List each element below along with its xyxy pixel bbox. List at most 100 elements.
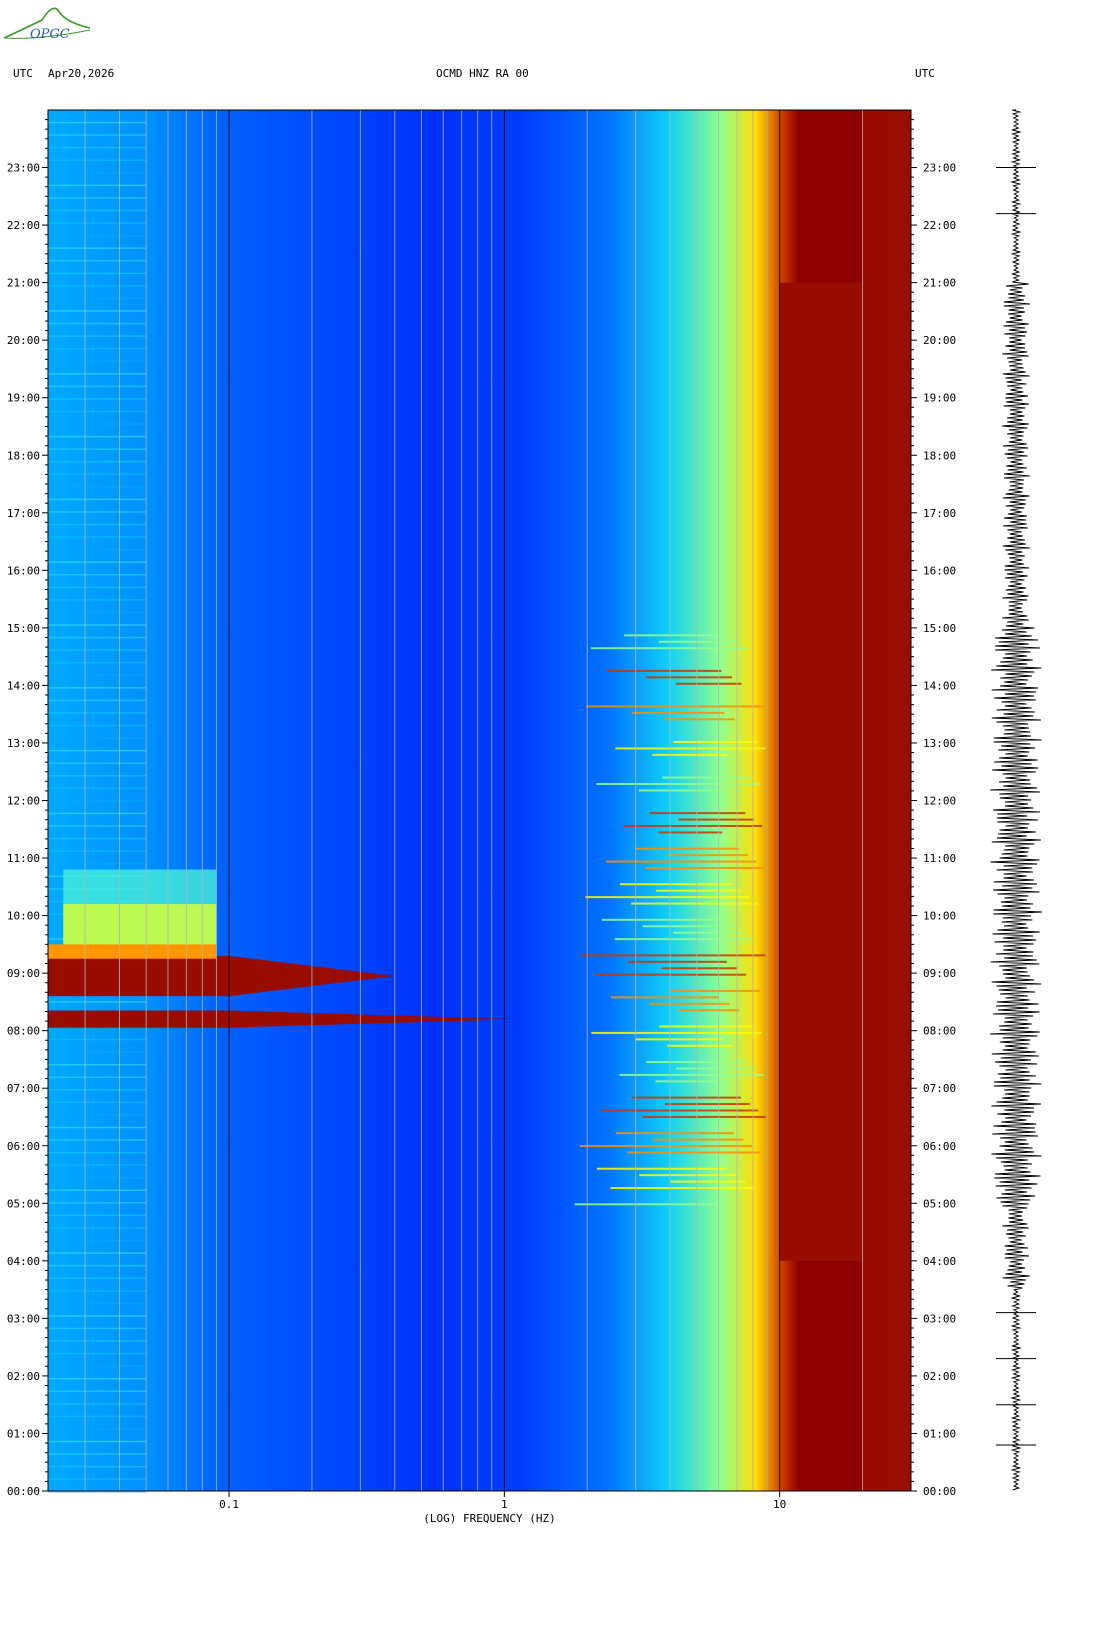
hf-streak [673, 931, 744, 934]
band-streak [48, 1139, 147, 1141]
band-streak [48, 1101, 147, 1104]
band-streak [48, 737, 147, 739]
hf-streak [579, 1145, 753, 1148]
hf-streak [631, 902, 759, 905]
hf-streak [642, 925, 735, 928]
y-tick-label: 11:00 [7, 852, 40, 865]
y-tick-label: 07:00 [7, 1082, 40, 1095]
y-tick-label: 10:00 [7, 910, 40, 923]
band-streak [48, 259, 147, 262]
band-streak [48, 850, 147, 852]
x-tick-label: 10 [773, 1498, 786, 1511]
y-tick-label: 15:00 [923, 622, 956, 635]
band-streak [48, 536, 147, 538]
band-streak [48, 661, 147, 664]
y-tick-label: 10:00 [923, 910, 956, 923]
hf-streak [632, 1096, 741, 1099]
hf-streak [655, 889, 742, 892]
band-streak [48, 1377, 147, 1380]
y-tick-label: 05:00 [923, 1197, 956, 1210]
hf-streak [580, 954, 766, 957]
hf-streak [631, 711, 725, 714]
band-streak [48, 1415, 147, 1418]
x-axis-label: (LOG) FREQUENCY (HZ) [423, 1512, 555, 1525]
band-streak [48, 1390, 147, 1393]
band-streak [48, 1352, 147, 1355]
hf-streak [662, 776, 752, 779]
hf-streak [670, 989, 760, 992]
hf-streak [596, 1167, 727, 1170]
band-streak [48, 1327, 147, 1330]
band-streak [48, 1453, 147, 1455]
band-streak [48, 360, 147, 362]
band-streak [48, 1089, 147, 1091]
hf-streak [605, 860, 757, 863]
hf-streak [595, 973, 747, 976]
hf-streak [619, 883, 732, 886]
band-streak [48, 775, 147, 777]
band-streak [48, 347, 147, 350]
y-tick-label: 20:00 [923, 334, 956, 347]
band-streak [48, 574, 147, 576]
hf-streak [619, 1073, 764, 1076]
y-tick-label: 19:00 [7, 392, 40, 405]
y-tick-label: 20:00 [7, 334, 40, 347]
band-streak [48, 410, 147, 413]
band-streak [48, 385, 147, 388]
band-streak [48, 310, 147, 312]
band-streak [48, 1001, 147, 1003]
y-tick-label: 08:00 [923, 1025, 956, 1038]
band-streak [48, 1315, 147, 1317]
band-streak [48, 548, 147, 551]
y-tick-label: 13:00 [923, 737, 956, 750]
hf-streak [675, 1067, 756, 1070]
seismogram-trace [990, 109, 1043, 1491]
hf-streak [655, 1080, 725, 1083]
band-streak [48, 1340, 147, 1342]
hf-streak [649, 1002, 730, 1005]
y-tick-label: 02:00 [7, 1370, 40, 1383]
band-streak [48, 862, 147, 865]
y-tick-label: 19:00 [923, 392, 956, 405]
hf-streak [601, 1109, 759, 1112]
y-tick-label: 22:00 [923, 219, 956, 232]
hf-streak [661, 967, 737, 970]
band-streak [48, 234, 147, 237]
band-streak [48, 1428, 147, 1430]
x-tick-label: 1 [501, 1498, 508, 1511]
band-streak [48, 800, 147, 802]
band-streak [48, 1038, 147, 1041]
band-streak [48, 624, 147, 626]
band-streak [48, 121, 147, 124]
hf-saturation [779, 282, 863, 1261]
band-streak [48, 335, 147, 337]
hf-streak [664, 718, 735, 721]
hf-streak [610, 996, 719, 999]
band-streak [48, 134, 147, 136]
event-halo [48, 944, 217, 959]
y-tick-label: 07:00 [923, 1082, 956, 1095]
hf-streak [606, 669, 722, 672]
band-streak [48, 1051, 147, 1053]
lowfreq-disturbance [63, 904, 217, 951]
band-streak [48, 1239, 147, 1242]
hf-streak [591, 1031, 762, 1034]
y-tick-label: 14:00 [923, 679, 956, 692]
y-tick-label: 18:00 [923, 449, 956, 462]
band-streak [48, 724, 147, 727]
hf-streak [623, 825, 763, 828]
y-tick-label: 18:00 [7, 449, 40, 462]
band-streak [48, 222, 147, 224]
band-streak [48, 636, 147, 639]
x-tick-label: 0.1 [219, 1498, 239, 1511]
band-streak [48, 1365, 147, 1367]
hf-streak [627, 1151, 761, 1154]
band-streak [48, 1076, 147, 1078]
band-streak [48, 1252, 147, 1254]
band-streak [48, 159, 147, 161]
band-streak [48, 1114, 147, 1116]
y-tick-label: 01:00 [923, 1427, 956, 1440]
y-tick-label: 16:00 [7, 564, 40, 577]
y-tick-label: 04:00 [7, 1255, 40, 1268]
band-streak [48, 285, 147, 287]
